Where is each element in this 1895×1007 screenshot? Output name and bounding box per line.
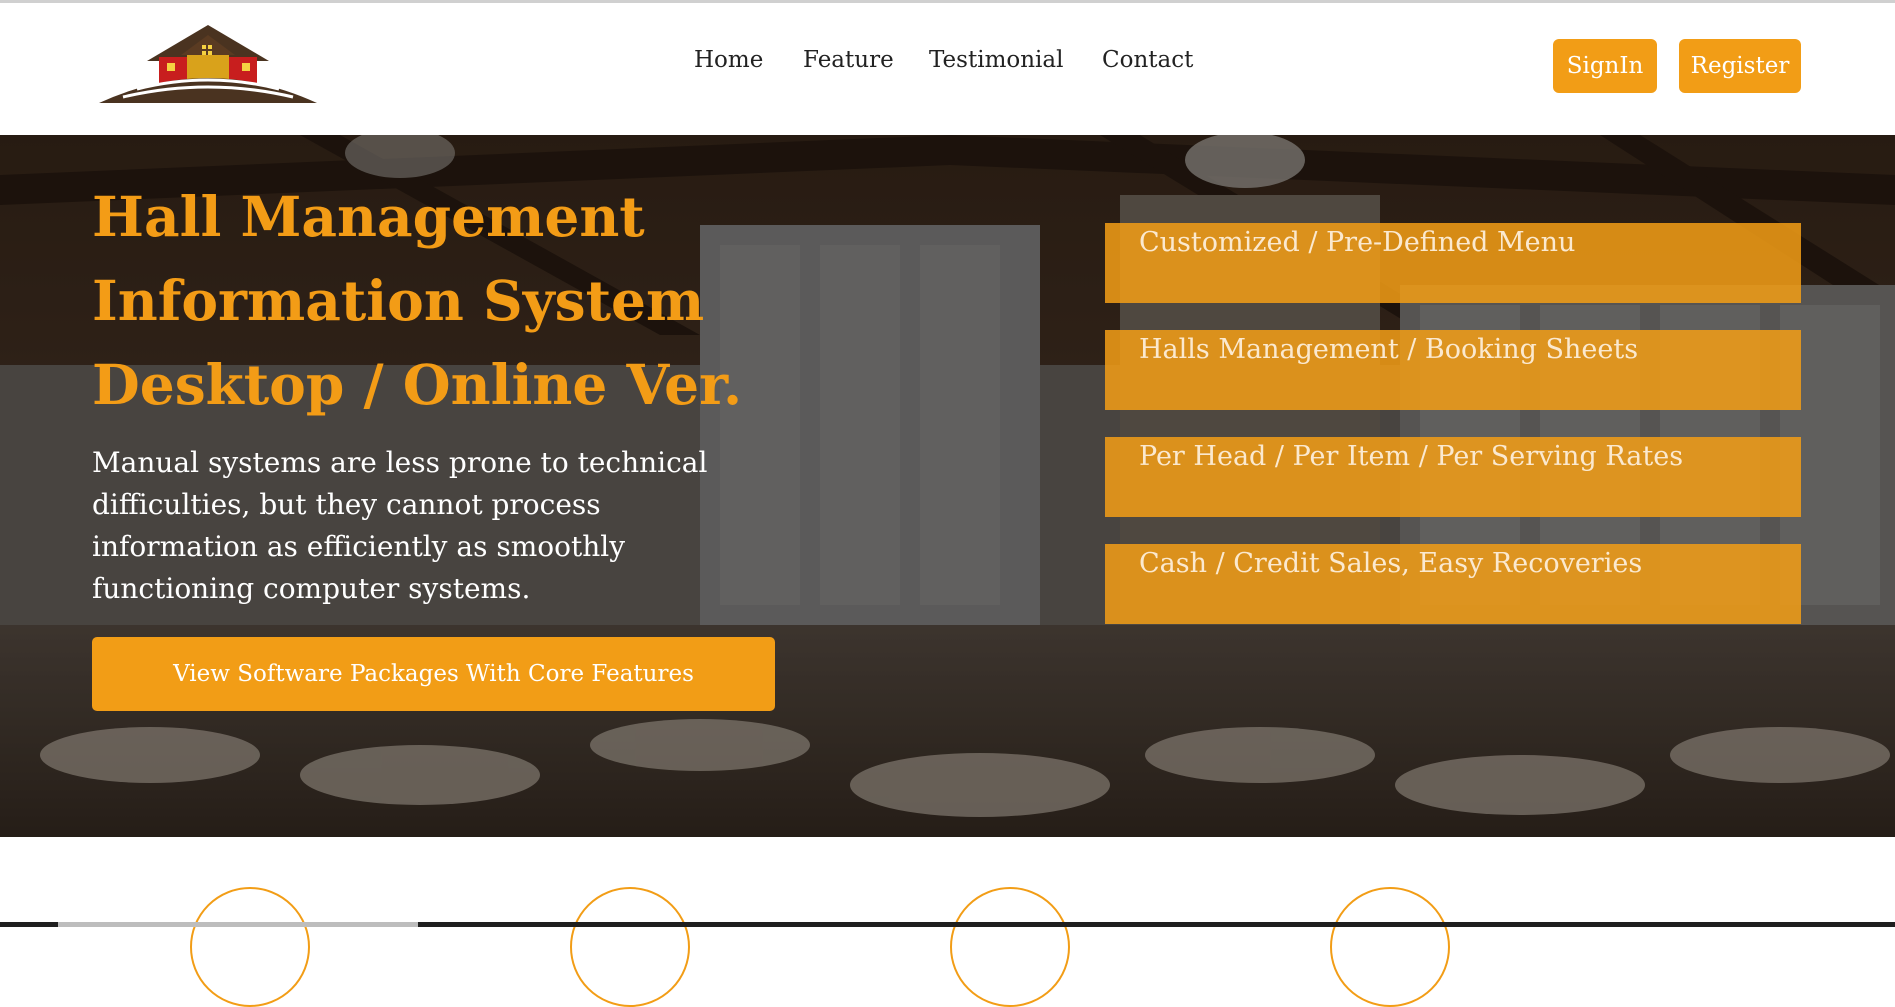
feature-item-rates: Per Head / Per Item / Per Serving Rates bbox=[1105, 437, 1801, 517]
bottom-edge-highlight bbox=[58, 922, 418, 927]
nav-testimonial[interactable]: Testimonial bbox=[929, 47, 1063, 87]
hero-title: Hall Management Information System Deskt… bbox=[92, 175, 792, 427]
feature-item-sales: Cash / Credit Sales, Easy Recoveries bbox=[1105, 544, 1801, 624]
nav-feature[interactable]: Feature bbox=[803, 47, 894, 87]
feature-item-menu: Customized / Pre-Defined Menu bbox=[1105, 223, 1801, 303]
feature-circle-icon bbox=[1330, 887, 1450, 1007]
logo[interactable] bbox=[97, 23, 319, 107]
hero-section: Hall Management Information System Deskt… bbox=[0, 135, 1895, 837]
hero-description: Manual systems are less prone to technic… bbox=[92, 446, 708, 605]
register-button[interactable]: Register bbox=[1679, 39, 1801, 93]
feature-circle-icon bbox=[950, 887, 1070, 1007]
site-header: Home Feature Testimonial Contact SignIn … bbox=[0, 3, 1895, 137]
feature-item-halls: Halls Management / Booking Sheets bbox=[1105, 330, 1801, 410]
feature-circle-icon bbox=[190, 887, 310, 1007]
hero-title-line: Information System bbox=[92, 268, 705, 333]
house-logo-icon bbox=[99, 25, 317, 103]
hero-title-line: Desktop / Online Ver. bbox=[92, 352, 743, 417]
feature-circle-icon bbox=[570, 887, 690, 1007]
signin-button[interactable]: SignIn bbox=[1553, 39, 1657, 93]
view-packages-button[interactable]: View Software Packages With Core Feature… bbox=[92, 637, 775, 711]
nav-contact[interactable]: Contact bbox=[1102, 47, 1193, 87]
hero-title-line: Hall Management bbox=[92, 184, 645, 249]
nav-home[interactable]: Home bbox=[694, 47, 763, 87]
